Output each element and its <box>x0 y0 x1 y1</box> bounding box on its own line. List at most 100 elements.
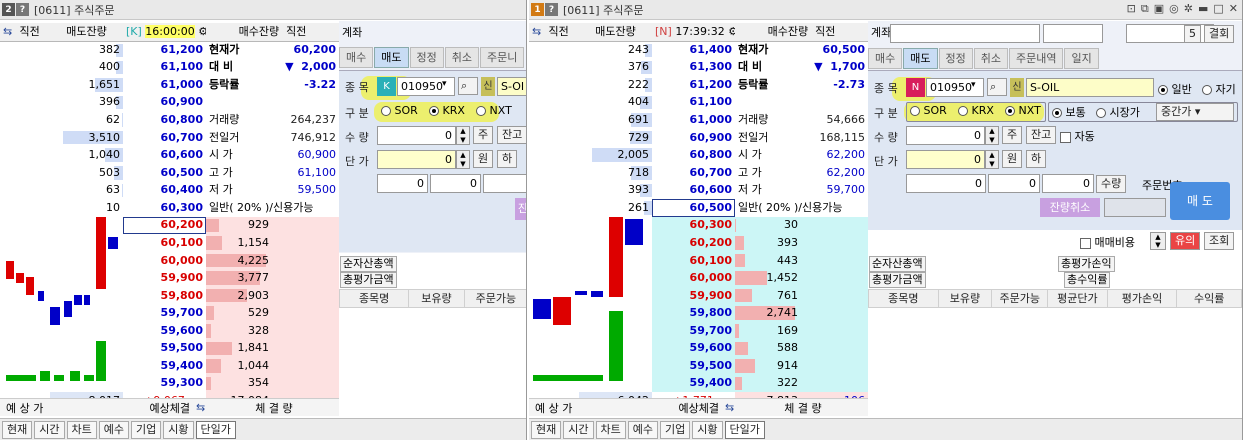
refresh-icon[interactable]: ⇆ <box>196 401 205 414</box>
col-stock-name[interactable]: 종목명 <box>340 290 410 307</box>
bid-price-cell[interactable]: 59,600 <box>652 339 735 358</box>
tab-chart[interactable]: 차트 <box>595 420 626 439</box>
minimize-icon[interactable]: ▬ <box>1198 2 1208 16</box>
ask-row[interactable]: 1,651 61,000 등락률 -3.22 <box>0 76 339 94</box>
settings-icon[interactable]: ⚙ <box>198 25 206 38</box>
ask-qty-cell[interactable]: 393 <box>579 181 652 200</box>
col-orderable[interactable]: 주문가능 <box>992 290 1049 307</box>
settings-icon[interactable]: ⚙ <box>728 25 735 38</box>
ask-qty-cell[interactable]: 2,005 <box>579 146 652 164</box>
unit-shares-button[interactable]: 주 <box>1002 126 1023 144</box>
ask-row[interactable]: 382 61,200 현재가 60,200 <box>0 41 339 59</box>
tab-market-news[interactable]: 시황 <box>163 420 194 439</box>
tab-market-news[interactable]: 시황 <box>692 420 723 439</box>
chevron-down-icon[interactable]: ▾ <box>442 79 447 89</box>
ask-price-cell[interactable]: 61,100 <box>123 58 206 77</box>
ask-price-cell[interactable]: 60,700 <box>123 128 206 147</box>
tab-buy[interactable]: 매수 <box>339 47 374 68</box>
tab-company[interactable]: 기업 <box>660 420 691 439</box>
ask-price-cell[interactable]: 60,600 <box>123 146 206 164</box>
radio-market-price[interactable]: 시장가 <box>1096 104 1140 120</box>
counter-button[interactable]: 5 <box>1184 25 1201 43</box>
tab-time[interactable]: 시간 <box>34 420 65 439</box>
link-icon[interactable]: ⊡ <box>1127 2 1136 16</box>
radio-self[interactable]: 자기 <box>1202 81 1236 97</box>
radio-krx[interactable]: KRX <box>429 104 465 117</box>
ask-row[interactable]: 718 60,700 고 가 62,200 <box>529 163 868 182</box>
col-stock-name[interactable]: 종목명 <box>869 290 939 307</box>
search-icon[interactable]: ⌕ <box>458 77 478 95</box>
unit-won-button[interactable]: 원 <box>1002 150 1023 168</box>
ask-qty-cell[interactable]: 396 <box>50 93 123 112</box>
bid-qty-cell[interactable]: 322 <box>735 374 868 393</box>
ask-row[interactable]: 396 60,900 <box>0 93 339 112</box>
tab-order-history[interactable]: 주문내역 <box>1009 48 1064 69</box>
bid-qty-cell[interactable]: 1,452 <box>735 269 868 287</box>
ask-price-cell[interactable]: 61,400 <box>652 41 735 59</box>
balance-button[interactable]: 잔고 <box>1026 126 1057 144</box>
tab-modify[interactable]: 정정 <box>938 48 973 69</box>
ask-row[interactable]: 3,510 60,700 전일거 746,912 <box>0 128 339 147</box>
caution-button[interactable]: 유의 <box>1170 232 1201 250</box>
bid-price-cell[interactable]: 60,200 <box>123 216 206 235</box>
tab-order-history[interactable]: 주문니 <box>480 47 525 68</box>
qty-input[interactable]: 0 <box>377 126 456 145</box>
sell-button[interactable]: 매 도 <box>1170 182 1230 220</box>
bid-qty-cell[interactable]: 3,777 <box>206 269 339 287</box>
tab-single-price[interactable]: 단일가 <box>724 420 765 439</box>
print-icon[interactable]: ▣ <box>1154 2 1164 16</box>
tab-sell[interactable]: 매도 <box>903 48 938 69</box>
tab-current[interactable]: 현재 <box>2 420 33 439</box>
col-return[interactable]: 수익률 <box>1177 290 1242 307</box>
bid-price-cell[interactable]: 59,400 <box>652 374 735 393</box>
price-stepper[interactable]: ▲ ▼ <box>456 150 470 169</box>
ask-row[interactable]: 400 61,100 대 비 ▼ 2,000 <box>0 58 339 77</box>
ask-qty-cell[interactable]: 718 <box>579 163 652 182</box>
bid-qty-cell[interactable]: 2,903 <box>206 286 339 305</box>
ask-row[interactable]: 729 60,900 전일거 168,115 <box>529 128 868 147</box>
radio-sor[interactable]: SOR <box>381 104 418 117</box>
bid-qty-cell[interactable]: 929 <box>206 216 339 235</box>
bid-price-cell[interactable]: 59,900 <box>652 286 735 305</box>
col-orderable[interactable]: 주문가능 <box>465 290 526 307</box>
ask-qty-cell[interactable]: 503 <box>50 163 123 182</box>
gear-icon[interactable]: ✲ <box>1184 2 1193 16</box>
account-field[interactable] <box>890 24 1040 43</box>
close-button[interactable]: 결회 <box>1204 25 1235 43</box>
ask-qty-cell[interactable]: 1,651 <box>50 76 123 94</box>
bid-price-cell[interactable]: 59,800 <box>123 287 206 305</box>
ask-price-cell[interactable]: 60,500 <box>652 199 735 217</box>
copy-icon[interactable]: ⧉ <box>1141 2 1149 16</box>
ask-row[interactable]: 503 60,500 고 가 61,100 <box>0 163 339 182</box>
ask-qty-cell[interactable]: 729 <box>579 128 652 147</box>
bid-qty-cell[interactable]: 588 <box>735 339 868 358</box>
maximize-icon[interactable]: □ <box>1213 2 1223 16</box>
bid-qty-cell[interactable]: 169 <box>735 322 868 340</box>
bid-price-cell[interactable]: 59,500 <box>652 357 735 375</box>
bid-price-cell[interactable]: 59,500 <box>123 340 206 358</box>
ask-qty-cell[interactable]: 376 <box>579 58 652 77</box>
ask-qty-cell[interactable]: 691 <box>579 111 652 129</box>
bid-qty-cell[interactable]: 1,154 <box>206 234 339 252</box>
ask-price-cell[interactable]: 61,000 <box>123 76 206 94</box>
bid-qty-cell[interactable]: 354 <box>206 374 339 393</box>
ask-price-cell[interactable]: 60,800 <box>652 146 735 164</box>
ask-qty-cell[interactable]: 243 <box>579 41 652 59</box>
col-eval-pnl[interactable]: 평가손익 <box>1108 290 1178 307</box>
ask-row[interactable]: 243 61,400 현재가 60,500 <box>529 41 868 59</box>
tab-journal[interactable]: 일지 <box>1064 48 1099 69</box>
bid-qty-cell[interactable]: 761 <box>735 286 868 305</box>
ask-price-cell[interactable]: 61,300 <box>652 58 735 77</box>
fee-checkbox[interactable]: 매매비용 <box>1080 234 1135 250</box>
bid-price-cell[interactable]: 60,000 <box>652 269 735 287</box>
bid-qty-cell[interactable]: 4,225 <box>206 251 339 270</box>
search-icon[interactable]: ⌕ <box>987 78 1007 96</box>
bid-qty-cell[interactable]: 443 <box>735 251 868 270</box>
col-avg-price[interactable]: 평균단가 <box>1048 290 1108 307</box>
ask-row[interactable]: 1,040 60,600 시 가 60,900 <box>0 146 339 164</box>
bid-price-cell[interactable]: 59,800 <box>652 304 735 322</box>
ask-price-cell[interactable]: 60,900 <box>652 128 735 147</box>
tab-buy[interactable]: 매수 <box>868 48 903 69</box>
ask-price-cell[interactable]: 60,900 <box>123 93 206 112</box>
bid-price-cell[interactable]: 60,100 <box>652 251 735 270</box>
